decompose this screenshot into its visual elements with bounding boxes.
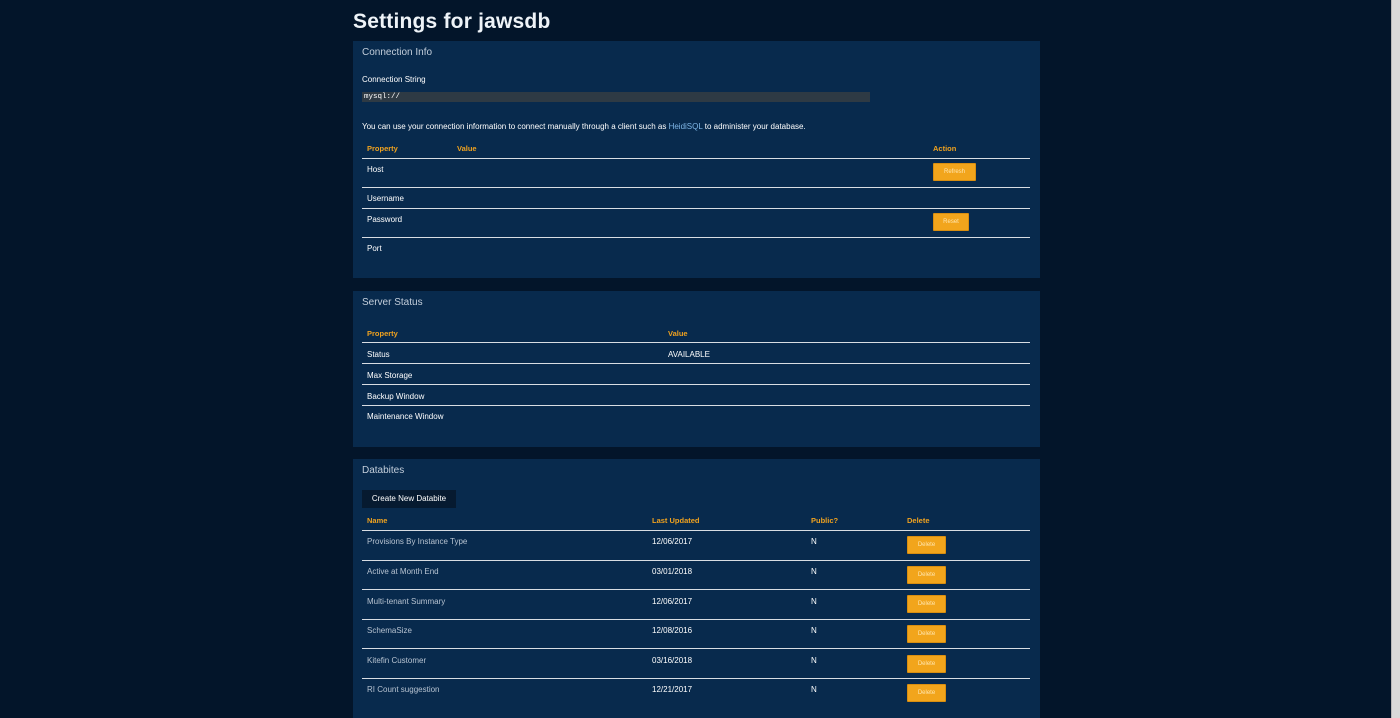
databite-name-link[interactable]: Provisions By Instance Type bbox=[367, 537, 467, 546]
databite-name-link[interactable]: Multi-tenant Summary bbox=[367, 597, 445, 606]
server-status-panel: Server Status Property Value Status AVAI… bbox=[353, 291, 1040, 447]
delete-databite-button[interactable]: Delete bbox=[907, 684, 946, 702]
databite-public: N bbox=[811, 537, 817, 546]
table-divider bbox=[362, 405, 1030, 406]
table-divider bbox=[362, 648, 1030, 649]
property-password: Password bbox=[367, 215, 403, 224]
property-host: Host bbox=[367, 165, 384, 174]
column-header-action: Action bbox=[933, 144, 957, 153]
databite-public: N bbox=[811, 685, 817, 694]
panel-title: Databites bbox=[362, 465, 405, 476]
table-divider bbox=[362, 678, 1030, 679]
databite-last-updated: 12/06/2017 bbox=[652, 597, 693, 606]
column-header-public: Public? bbox=[811, 516, 839, 525]
table-divider bbox=[362, 589, 1030, 590]
connection-string-field[interactable]: mysql:// bbox=[362, 92, 870, 102]
delete-databite-button[interactable]: Delete bbox=[907, 536, 946, 554]
reset-password-button[interactable]: Reset bbox=[933, 213, 969, 231]
property-max-storage: Max Storage bbox=[367, 371, 413, 380]
databite-name-link[interactable]: Active at Month End bbox=[367, 567, 439, 576]
table-divider bbox=[362, 619, 1030, 620]
panel-title: Connection Info bbox=[362, 47, 433, 58]
delete-databite-button[interactable]: Delete bbox=[907, 566, 946, 584]
refresh-host-button[interactable]: Refresh bbox=[933, 163, 976, 181]
connection-string-label: Connection String bbox=[362, 75, 426, 84]
databite-last-updated: 03/01/2018 bbox=[652, 567, 693, 576]
column-header-value: Value bbox=[668, 329, 688, 338]
databite-public: N bbox=[811, 567, 817, 576]
property-backup-window: Backup Window bbox=[367, 392, 425, 401]
column-header-delete: Delete bbox=[907, 516, 930, 525]
property-username: Username bbox=[367, 194, 404, 203]
property-maintenance-window: Maintenance Window bbox=[367, 412, 444, 421]
delete-databite-button[interactable]: Delete bbox=[907, 655, 946, 673]
delete-databite-button[interactable]: Delete bbox=[907, 625, 946, 643]
table-divider bbox=[362, 530, 1030, 531]
connection-info-panel: Connection Info Connection String mysql:… bbox=[353, 41, 1040, 278]
column-header-name: Name bbox=[367, 516, 388, 525]
table-divider bbox=[362, 342, 1030, 343]
table-divider bbox=[362, 208, 1030, 209]
table-divider bbox=[362, 384, 1030, 385]
column-header-value: Value bbox=[457, 144, 477, 153]
databite-last-updated: 03/16/2018 bbox=[652, 656, 693, 665]
databites-panel: Databites Create New Databite Name Last … bbox=[353, 459, 1040, 718]
databite-last-updated: 12/21/2017 bbox=[652, 685, 693, 694]
help-text-prefix: You can use your connection information … bbox=[362, 122, 669, 131]
table-divider bbox=[362, 237, 1030, 238]
databite-name-link[interactable]: RI Count suggestion bbox=[367, 685, 440, 694]
page-title: Settings for jawsdb bbox=[353, 10, 551, 33]
databite-last-updated: 12/08/2016 bbox=[652, 626, 693, 635]
property-port: Port bbox=[367, 244, 382, 253]
create-databite-button[interactable]: Create New Databite bbox=[362, 490, 456, 508]
column-header-last-updated: Last Updated bbox=[652, 516, 700, 525]
connection-help-text: You can use your connection information … bbox=[362, 122, 806, 131]
page-scrollbar[interactable] bbox=[1391, 0, 1400, 718]
table-divider bbox=[362, 560, 1030, 561]
delete-databite-button[interactable]: Delete bbox=[907, 595, 946, 613]
column-header-property: Property bbox=[367, 144, 398, 153]
status-value: AVAILABLE bbox=[668, 350, 710, 359]
databite-name-link[interactable]: Kitefin Customer bbox=[367, 656, 426, 665]
databite-last-updated: 12/06/2017 bbox=[652, 537, 693, 546]
table-divider bbox=[362, 363, 1030, 364]
table-divider bbox=[362, 158, 1030, 159]
databite-public: N bbox=[811, 597, 817, 606]
databite-name-link[interactable]: SchemaSize bbox=[367, 626, 412, 635]
column-header-property: Property bbox=[367, 329, 398, 338]
help-text-suffix: to administer your database. bbox=[702, 122, 806, 131]
property-status: Status bbox=[367, 350, 390, 359]
table-divider bbox=[362, 187, 1030, 188]
databite-public: N bbox=[811, 626, 817, 635]
databite-public: N bbox=[811, 656, 817, 665]
panel-title: Server Status bbox=[362, 297, 423, 308]
heidisql-link[interactable]: HeidiSQL bbox=[669, 122, 703, 131]
